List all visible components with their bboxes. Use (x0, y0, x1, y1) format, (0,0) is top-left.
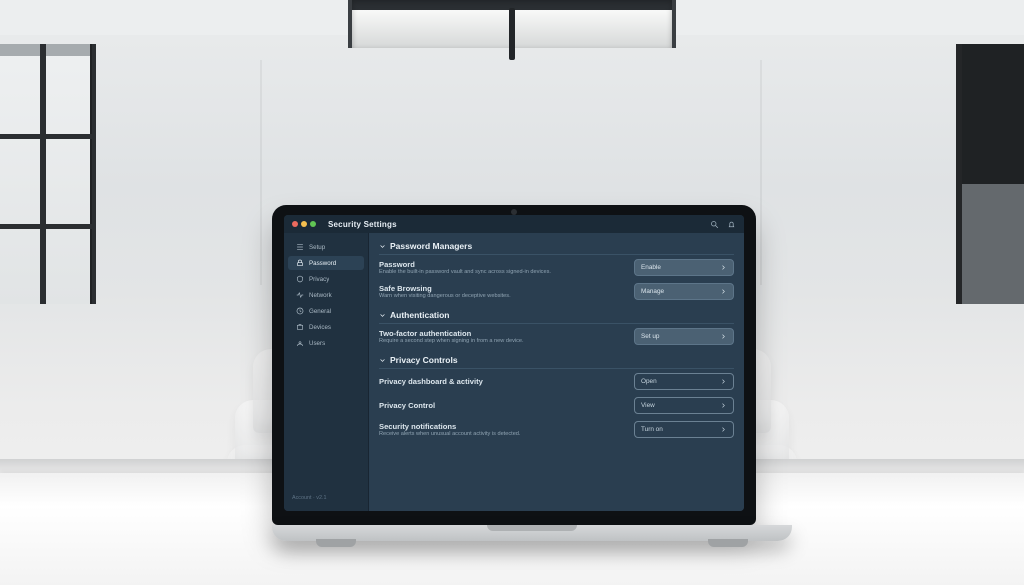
chevron-down-icon (379, 243, 386, 250)
window-titlebar: Security Settings (284, 215, 744, 233)
setting-row: Safe BrowsingWarn when visiting dangerou… (379, 278, 734, 302)
traffic-lights[interactable] (292, 221, 316, 227)
chevron-right-icon (720, 426, 727, 433)
search-icon[interactable] (710, 220, 719, 229)
setting-control[interactable]: View (634, 397, 734, 414)
section-header[interactable]: Authentication (379, 308, 734, 324)
section-1: Authentication Two-factor authenticationR… (379, 308, 734, 347)
section-header[interactable]: Password Managers (379, 239, 734, 255)
sidebar-item-setup[interactable]: Setup (288, 240, 364, 254)
setting-control[interactable]: Turn on (634, 421, 734, 438)
control-label: Set up (641, 333, 659, 340)
setting-control[interactable]: Set up (634, 328, 734, 345)
section-header[interactable]: Privacy Controls (379, 353, 734, 369)
setting-row: Privacy Control View (379, 392, 734, 416)
users-icon (296, 339, 304, 347)
setting-desc: Receive alerts when unusual account acti… (379, 431, 619, 438)
sidebar-item-password[interactable]: Password (288, 256, 364, 270)
setting-control[interactable]: Open (634, 373, 734, 390)
setup-icon (296, 243, 304, 251)
sidebar-item-label: Privacy (309, 276, 329, 283)
sidebar-item-general[interactable]: General (288, 304, 364, 318)
sidebar-footer: Account · v2.1 (284, 491, 368, 505)
sidebar-item-devices[interactable]: Devices (288, 320, 364, 334)
chevron-right-icon (720, 378, 727, 385)
chevron-right-icon (720, 288, 727, 295)
settings-main: Password Managers PasswordEnable the buil… (369, 233, 744, 511)
section-2: Privacy Controls Privacy dashboard & acti… (379, 353, 734, 440)
control-label: View (641, 402, 655, 409)
control-label: Turn on (641, 426, 663, 433)
control-label: Manage (641, 288, 664, 295)
setting-row: Privacy dashboard & activity Open (379, 369, 734, 392)
general-icon (296, 307, 304, 315)
minimize-icon[interactable] (301, 221, 307, 227)
setting-name: Safe Browsing (379, 284, 624, 293)
setting-row: PasswordEnable the built-in password vau… (379, 255, 734, 278)
sidebar-item-users[interactable]: Users (288, 336, 364, 350)
sidebar-item-label: Devices (309, 324, 331, 331)
setting-name: Password (379, 260, 624, 269)
chevron-down-icon (379, 357, 386, 364)
chevron-right-icon (720, 333, 727, 340)
zoom-icon[interactable] (310, 221, 316, 227)
setting-desc: Require a second step when signing in fr… (379, 338, 619, 345)
password-icon (296, 259, 304, 267)
notifications-icon[interactable] (727, 220, 736, 229)
sidebar-item-label: Users (309, 340, 325, 347)
section-title: Password Managers (390, 241, 472, 251)
page-title: Security Settings (328, 220, 397, 229)
setting-row: Security notificationsReceive alerts whe… (379, 416, 734, 440)
setting-name: Two-factor authentication (379, 329, 624, 338)
setting-name: Security notifications (379, 422, 624, 431)
sidebar: Setup Password Privacy Network General Device… (284, 233, 369, 511)
setting-desc: Warn when visiting dangerous or deceptiv… (379, 293, 619, 300)
section-title: Authentication (390, 310, 450, 320)
privacy-icon (296, 275, 304, 283)
chevron-right-icon (720, 402, 727, 409)
devices-icon (296, 323, 304, 331)
setting-desc: Enable the built-in password vault and s… (379, 269, 619, 276)
section-title: Privacy Controls (390, 355, 458, 365)
sidebar-item-label: Network (309, 292, 332, 299)
sidebar-item-label: Password (309, 260, 336, 267)
setting-name: Privacy dashboard & activity (379, 377, 624, 386)
sidebar-item-privacy[interactable]: Privacy (288, 272, 364, 286)
control-label: Open (641, 378, 657, 385)
setting-row: Two-factor authenticationRequire a secon… (379, 324, 734, 347)
network-icon (296, 291, 304, 299)
chevron-right-icon (720, 264, 727, 271)
setting-control[interactable]: Enable (634, 259, 734, 276)
chevron-down-icon (379, 312, 386, 319)
setting-name: Privacy Control (379, 401, 624, 410)
sidebar-item-label: General (309, 308, 331, 315)
control-label: Enable (641, 264, 661, 271)
close-icon[interactable] (292, 221, 298, 227)
setting-control[interactable]: Manage (634, 283, 734, 300)
sidebar-item-network[interactable]: Network (288, 288, 364, 302)
section-0: Password Managers PasswordEnable the buil… (379, 239, 734, 302)
sidebar-item-label: Setup (309, 244, 325, 251)
